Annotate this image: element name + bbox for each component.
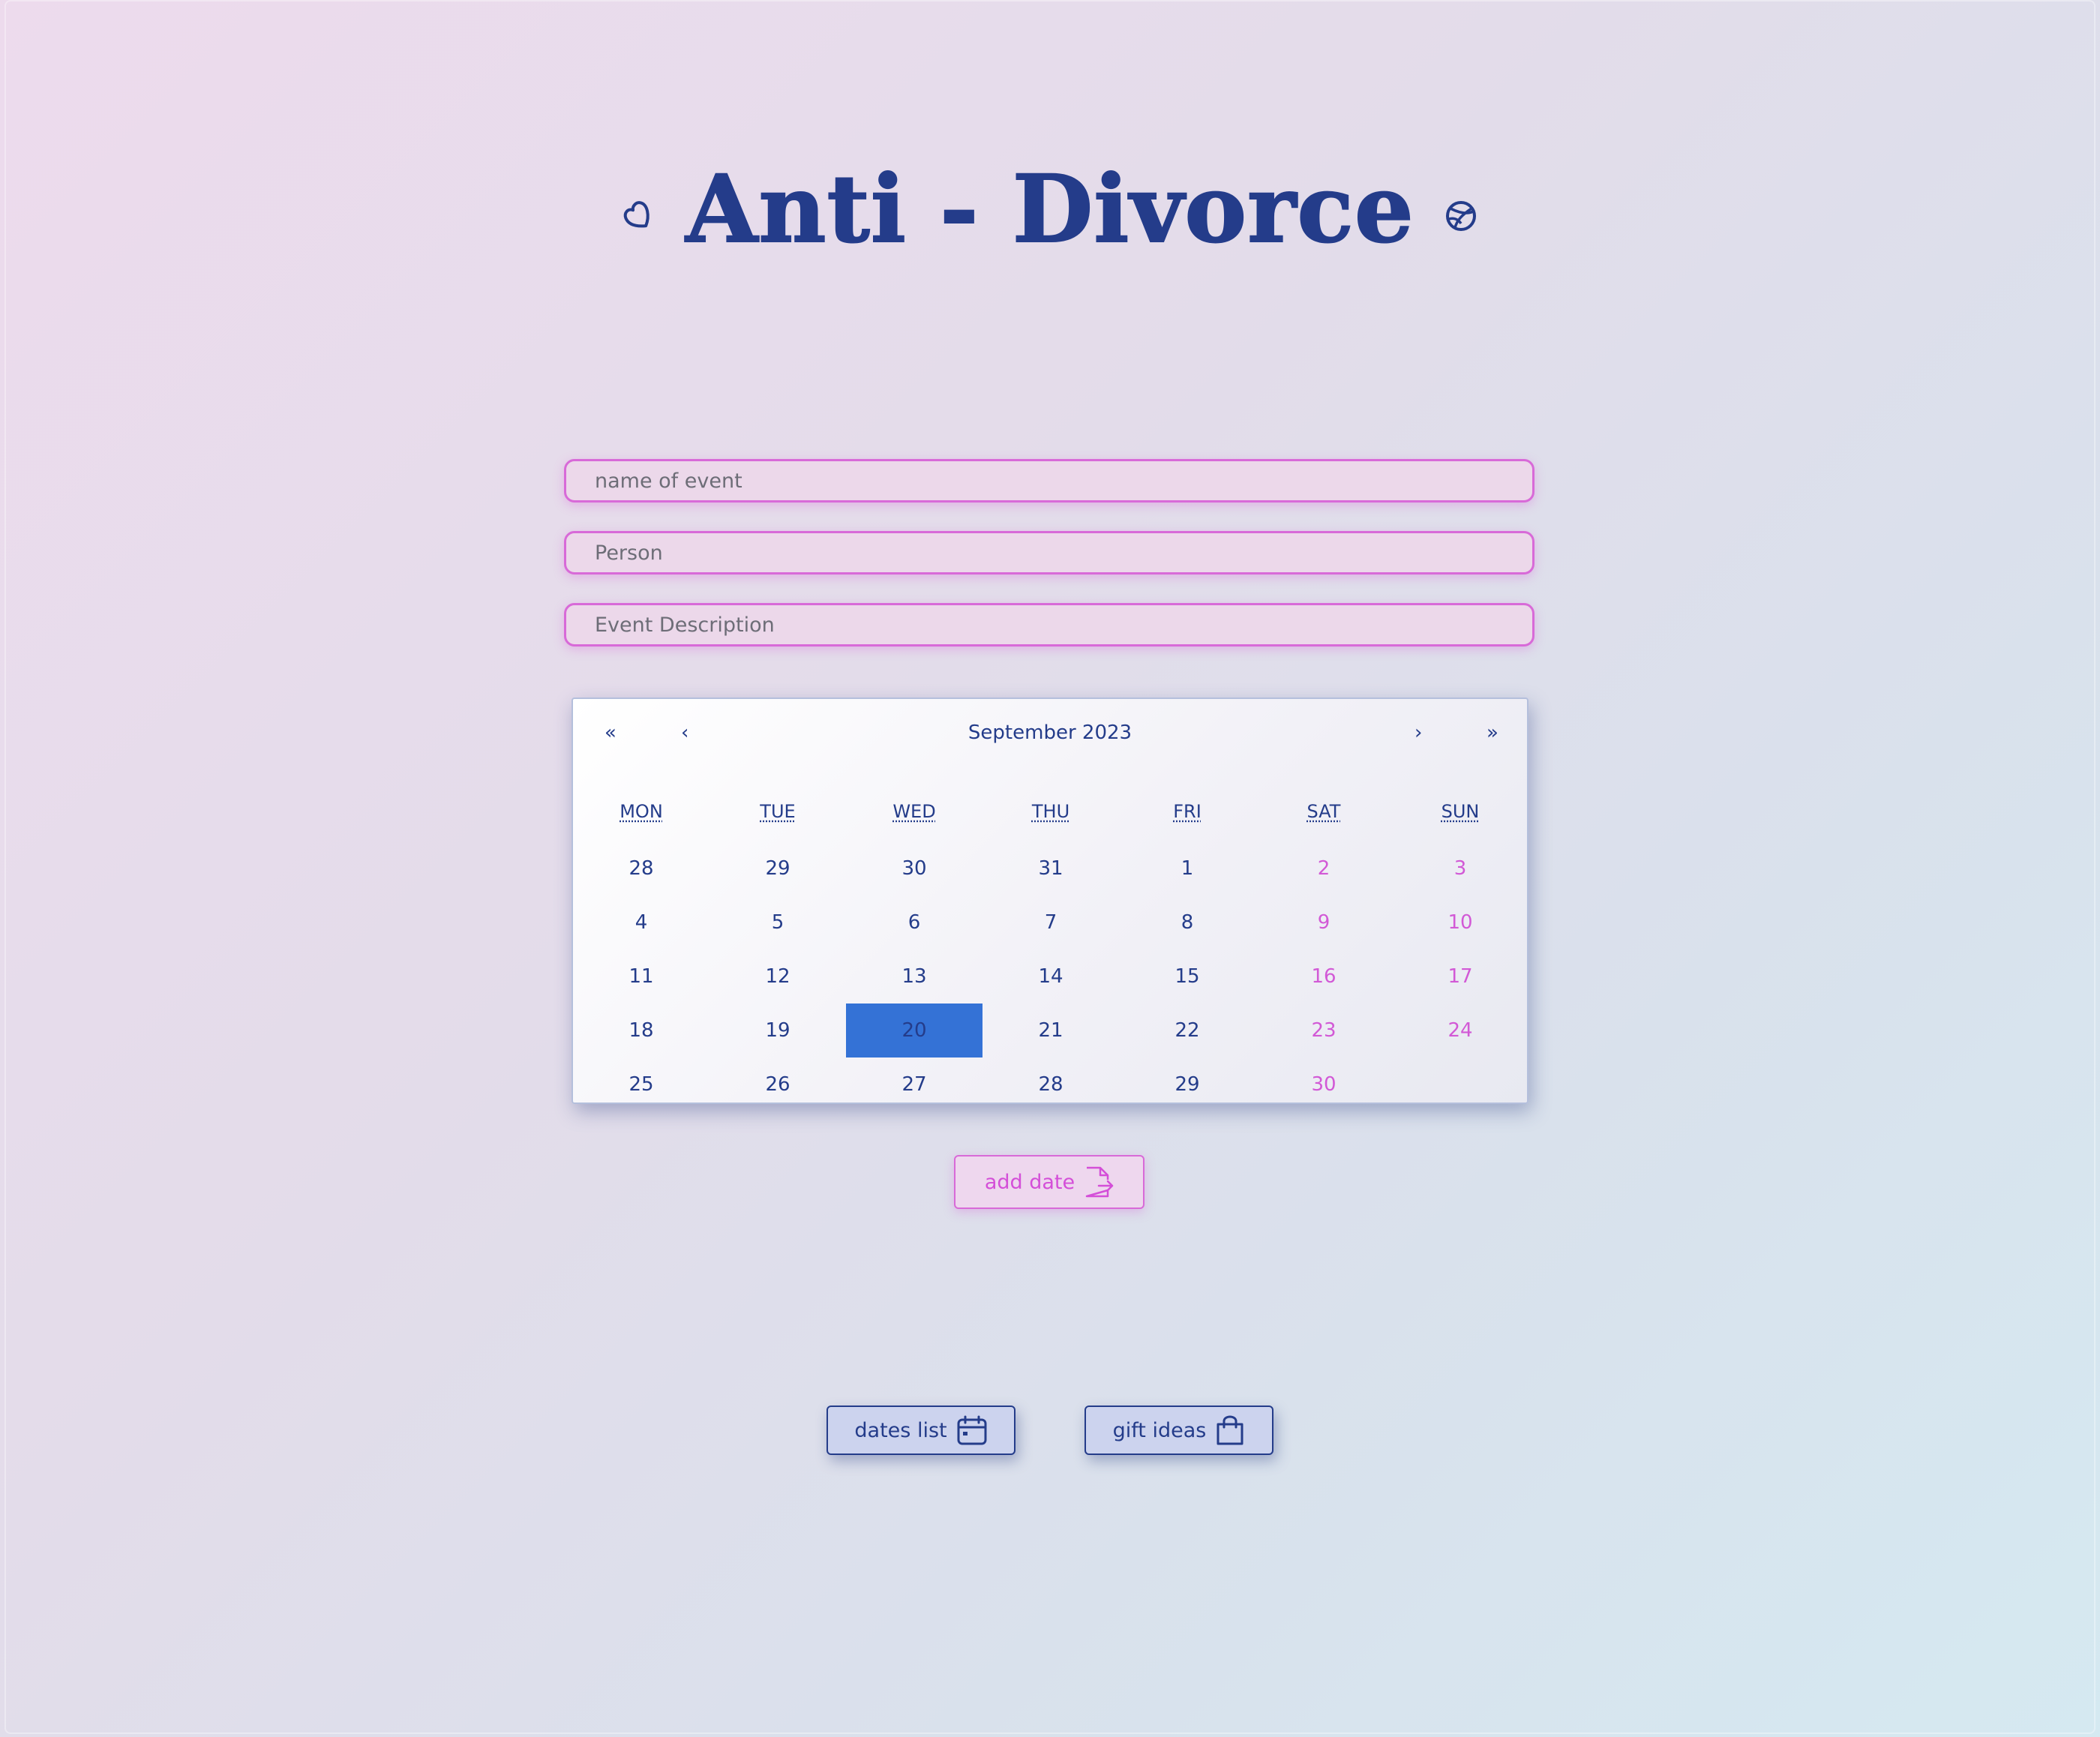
calendar-day[interactable]: 24 <box>1392 1004 1528 1058</box>
event-name-input[interactable] <box>564 459 1534 502</box>
weekday-label: MON <box>620 801 663 822</box>
add-date-label: add date <box>984 1170 1076 1194</box>
weekday-header: SAT <box>1256 801 1392 822</box>
calendar-day[interactable]: 4 <box>573 896 710 950</box>
calendar-day[interactable]: 22 <box>1119 1004 1256 1058</box>
calendar-day[interactable]: 25 <box>573 1058 710 1112</box>
next-month-button[interactable]: › <box>1414 722 1422 744</box>
calendar-day[interactable]: 20 <box>846 1004 982 1058</box>
calendar-day[interactable]: 31 <box>982 842 1119 896</box>
weekday-label: SAT <box>1306 801 1341 822</box>
calendar-day[interactable]: 18 <box>573 1004 710 1058</box>
calendar: « ‹ September 2023 › » MON TUE WED THU FRI SA… <box>572 698 1528 1104</box>
calendar-day[interactable]: 30 <box>846 842 982 896</box>
calendar-day[interactable]: 3 <box>1392 842 1528 896</box>
calendar-day[interactable]: 26 <box>710 1058 846 1112</box>
weekday-label: SUN <box>1441 801 1480 822</box>
calendar-day[interactable]: 5 <box>710 896 846 950</box>
next-year-button[interactable]: » <box>1486 722 1498 744</box>
calendar-day[interactable]: 13 <box>846 950 982 1004</box>
weekday-label: WED <box>892 801 936 822</box>
basketball-icon <box>1444 200 1478 232</box>
file-export-icon <box>1084 1165 1114 1199</box>
calendar-day[interactable]: 19 <box>710 1004 846 1058</box>
calendar-day[interactable]: 1 <box>1119 842 1256 896</box>
calendar-day[interactable]: 27 <box>846 1058 982 1112</box>
calendar-day[interactable]: 28 <box>982 1058 1119 1112</box>
weekday-label: FRI <box>1173 801 1202 822</box>
calendar-day[interactable]: 15 <box>1119 950 1256 1004</box>
calendar-day[interactable]: 11 <box>573 950 710 1004</box>
weekday-header: SUN <box>1392 801 1528 822</box>
calendar-day[interactable]: 14 <box>982 950 1119 1004</box>
calendar-day[interactable]: 29 <box>1119 1058 1256 1112</box>
weekday-header: MON <box>573 801 710 822</box>
calendar-day[interactable]: 28 <box>573 842 710 896</box>
calendar-day[interactable]: 6 <box>846 896 982 950</box>
calendar-day[interactable]: 29 <box>710 842 846 896</box>
weekday-header: WED <box>846 801 982 822</box>
page-title: Anti - Divorce <box>685 155 1414 264</box>
calendar-day[interactable]: 2 <box>1256 842 1392 896</box>
calendar-day[interactable]: 17 <box>1392 950 1528 1004</box>
dates-list-button[interactable]: dates list <box>826 1406 1016 1455</box>
calendar-day[interactable]: 10 <box>1392 896 1528 950</box>
calendar-day[interactable]: 8 <box>1119 896 1256 950</box>
weekday-header: TUE <box>710 801 846 822</box>
dates-list-label: dates list <box>854 1418 947 1442</box>
calendar-icon <box>956 1414 988 1446</box>
add-date-button[interactable]: add date <box>954 1155 1144 1209</box>
heart-icon <box>622 200 656 232</box>
calendar-day[interactable]: 9 <box>1256 896 1392 950</box>
calendar-day[interactable]: 12 <box>710 950 846 1004</box>
calendar-day[interactable]: 16 <box>1256 950 1392 1004</box>
calendar-day[interactable]: 21 <box>982 1004 1119 1058</box>
calendar-day[interactable]: 7 <box>982 896 1119 950</box>
gift-ideas-button[interactable]: gift ideas <box>1084 1406 1274 1455</box>
shopping-bag-icon <box>1215 1414 1245 1447</box>
weekday-header: FRI <box>1119 801 1256 822</box>
person-input[interactable] <box>564 531 1534 574</box>
calendar-day[interactable]: 23 <box>1256 1004 1392 1058</box>
weekday-header: THU <box>982 801 1119 822</box>
gift-ideas-label: gift ideas <box>1112 1418 1207 1442</box>
weekday-label: TUE <box>760 801 796 822</box>
event-description-input[interactable] <box>564 603 1534 646</box>
weekday-label: THU <box>1031 801 1070 822</box>
calendar-day[interactable]: 30 <box>1256 1058 1392 1112</box>
header: Anti - Divorce <box>0 135 2100 285</box>
calendar-month-label[interactable]: September 2023 <box>573 722 1527 744</box>
